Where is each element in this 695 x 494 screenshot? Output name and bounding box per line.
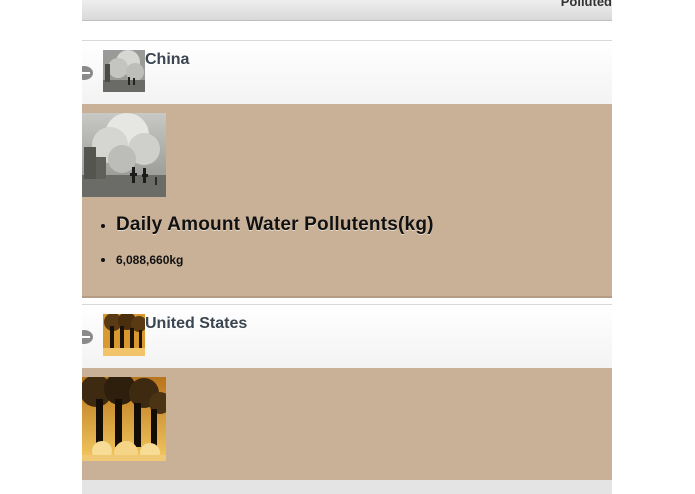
stat-label: Daily Amount Water Pollutents(kg) bbox=[116, 214, 434, 235]
collapse-icon[interactable] bbox=[82, 330, 93, 344]
bottom-bar bbox=[82, 480, 612, 494]
collapsible-header-united-states[interactable]: United States bbox=[82, 304, 612, 369]
collapsible-content-united-states bbox=[82, 368, 612, 480]
spacer bbox=[82, 21, 612, 40]
country-title-united-states: United States bbox=[145, 315, 248, 332]
list-frame: Polluted China • Daily Amount Water Poll… bbox=[82, 0, 612, 494]
united-states-photo bbox=[82, 377, 166, 461]
united-states-thumbnail bbox=[103, 314, 145, 356]
stats-list: Daily Amount Water Pollutents(kg) 6,088,… bbox=[98, 214, 434, 268]
china-photo bbox=[82, 113, 166, 197]
collapse-icon[interactable] bbox=[82, 66, 93, 80]
china-thumbnail bbox=[103, 50, 145, 92]
top-toolbar: Polluted bbox=[82, 0, 612, 21]
stat-value: 6,088,660kg bbox=[116, 253, 184, 267]
country-title-china: China bbox=[145, 51, 190, 68]
toolbar-title: Polluted bbox=[560, 0, 612, 9]
list-item: 6,088,660kg bbox=[116, 251, 434, 268]
list-item: Daily Amount Water Pollutents(kg) bbox=[116, 214, 434, 236]
collapsible-header-china[interactable]: China bbox=[82, 40, 612, 105]
collapsible-content-china: Daily Amount Water Pollutents(kg) 6,088,… bbox=[82, 104, 612, 298]
